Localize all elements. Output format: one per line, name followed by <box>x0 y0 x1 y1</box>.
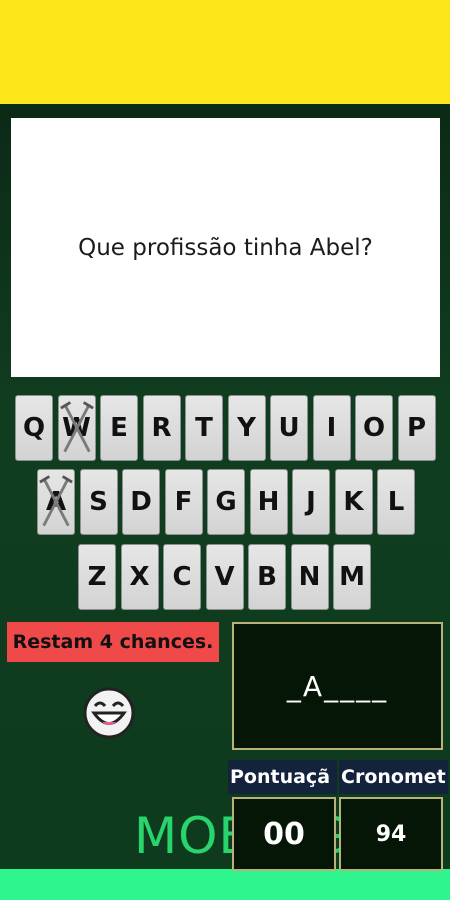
key-label: Y <box>237 413 256 443</box>
key-label: B <box>257 562 277 592</box>
key-label: X <box>129 562 150 592</box>
timer-value: 94 <box>339 797 443 871</box>
key-t[interactable]: T <box>185 395 223 461</box>
chances-remaining-banner: Restam 4 chances. <box>7 622 219 662</box>
key-d[interactable]: D <box>122 469 160 535</box>
key-p[interactable]: P <box>397 395 436 461</box>
score-label: Pontuaçã <box>228 760 337 794</box>
key-i[interactable]: I <box>312 395 351 461</box>
key-label: N <box>298 562 321 592</box>
key-x[interactable]: X <box>120 544 159 610</box>
key-h[interactable]: H <box>249 469 288 535</box>
key-label: D <box>130 487 152 517</box>
bottom-banner <box>0 869 450 900</box>
key-label: Z <box>87 562 107 592</box>
key-r[interactable]: R <box>142 395 181 461</box>
key-e[interactable]: E <box>100 395 138 461</box>
key-g[interactable]: G <box>207 469 245 535</box>
key-label: H <box>257 487 280 517</box>
key-a[interactable]: A <box>37 469 75 535</box>
key-label: C <box>172 562 192 592</box>
top-banner <box>0 0 450 104</box>
key-label: I <box>326 413 337 443</box>
key-label: M <box>339 562 365 592</box>
key-label: E <box>110 413 128 443</box>
key-c[interactable]: C <box>163 544 201 610</box>
key-j[interactable]: J <box>292 469 330 535</box>
key-s[interactable]: S <box>79 469 118 535</box>
timer-label: Cronomet <box>339 760 448 794</box>
key-label: Q <box>22 413 46 443</box>
question-panel: Que profissão tinha Abel? <box>11 118 440 377</box>
word-display: _A____ <box>232 622 443 750</box>
crossed-swords-icon <box>59 401 94 453</box>
key-label: J <box>306 487 316 517</box>
key-label: T <box>195 413 213 443</box>
key-f[interactable]: F <box>164 469 203 535</box>
key-label: K <box>343 487 364 517</box>
key-o[interactable]: O <box>355 395 393 461</box>
question-text: Que profissão tinha Abel? <box>78 234 373 261</box>
key-label: P <box>406 413 427 443</box>
key-q[interactable]: Q <box>15 395 53 461</box>
key-label: U <box>278 413 300 443</box>
smiley-face-icon <box>83 687 135 739</box>
key-label: G <box>215 487 237 517</box>
key-b[interactable]: B <box>248 544 286 610</box>
key-z[interactable]: Z <box>78 544 116 610</box>
key-label: V <box>214 562 235 592</box>
key-v[interactable]: V <box>205 544 244 610</box>
key-k[interactable]: K <box>334 469 373 535</box>
key-u[interactable]: U <box>270 395 308 461</box>
key-n[interactable]: N <box>290 544 329 610</box>
key-label: F <box>174 487 193 517</box>
key-label: R <box>151 413 172 443</box>
key-w[interactable]: W <box>57 395 96 461</box>
key-label: L <box>387 487 405 517</box>
key-m[interactable]: M <box>333 544 371 610</box>
key-l[interactable]: L <box>377 469 415 535</box>
key-label: O <box>362 413 386 443</box>
key-y[interactable]: Y <box>227 395 266 461</box>
crossed-swords-icon <box>39 475 73 527</box>
score-value: 00 <box>232 797 336 871</box>
key-label: S <box>89 487 108 517</box>
